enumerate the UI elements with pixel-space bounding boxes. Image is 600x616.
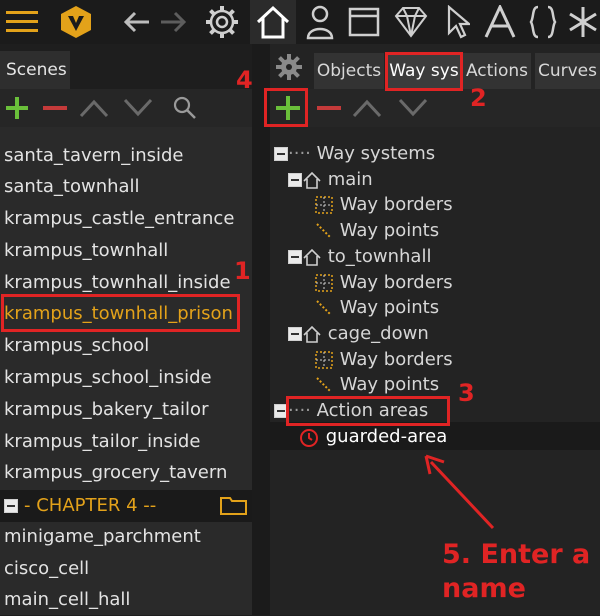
annotation-instruction-line1: 5. Enter a <box>442 539 591 570</box>
annotation-arrow <box>424 454 495 530</box>
annotation-instruction-line2: name <box>442 573 526 604</box>
